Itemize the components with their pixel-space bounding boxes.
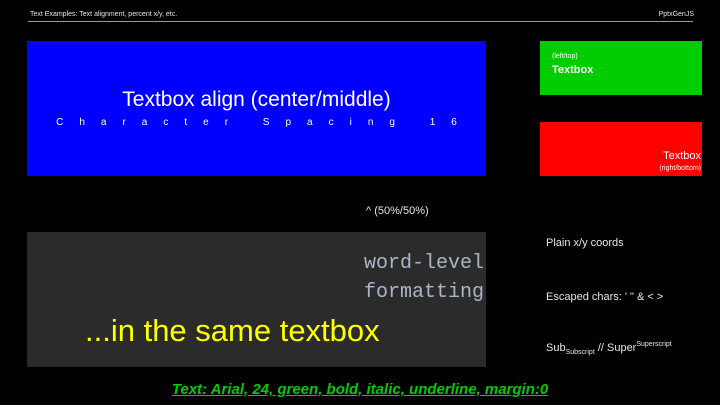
superscript-text: Superscript <box>636 341 672 348</box>
footer-text: Text: Arial, 24, green, bold, italic, un… <box>171 381 549 398</box>
subscript-text: Subscript <box>565 349 595 356</box>
red-textbox-big: Textbox <box>663 150 701 162</box>
escaped-chars-text: Escaped chars: ' " & < > <box>546 291 664 303</box>
super-prefix: // Super <box>594 342 637 354</box>
green-textbox-big: Textbox <box>552 64 594 76</box>
gray-textbox[interactable]: word-level formatting ...in the same tex… <box>27 232 486 367</box>
sub-prefix: Sub <box>546 342 566 354</box>
red-textbox-small: (right/bottom) <box>659 165 701 172</box>
mono-line-2: formatting <box>363 281 484 304</box>
blue-textbox-main: Textbox align (center/middle) <box>122 88 391 111</box>
green-textbox-small: (left/top) <box>552 53 578 60</box>
mono-line-1: word-level <box>363 252 484 275</box>
red-textbox[interactable]: Textbox (right/bottom) <box>540 122 702 176</box>
percent-position-label: ^ (50%/50%) <box>366 205 429 217</box>
header-divider <box>28 21 693 22</box>
brand-label: PptxGenJS <box>658 11 694 18</box>
sub-super-text: SubSubscript // SuperSuperscript <box>546 341 672 356</box>
plain-coords-text: Plain x/y coords <box>546 237 624 249</box>
slide-title: Text Examples: Text alignment, percent x… <box>30 11 178 18</box>
blue-textbox-sub: Character Spacing 16 <box>56 117 473 128</box>
blue-textbox[interactable]: Textbox align (center/middle) Character … <box>27 41 486 176</box>
yellow-text: ...in the same textbox <box>85 313 380 348</box>
green-textbox[interactable]: (left/top) Textbox <box>540 41 702 95</box>
